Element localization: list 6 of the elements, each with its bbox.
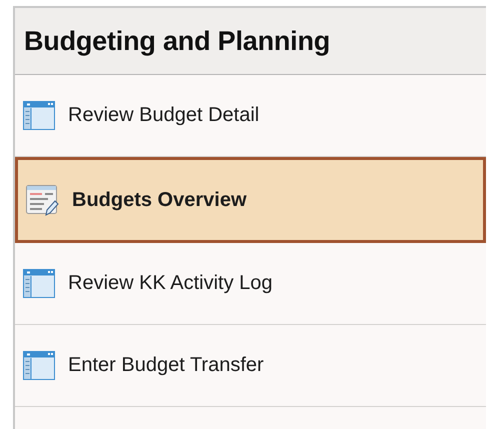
panel-title: Budgeting and Planning xyxy=(24,26,330,56)
menu-item[interactable]: Budgets Overview xyxy=(15,157,486,243)
document-edit-icon xyxy=(26,184,59,216)
window-icon xyxy=(23,101,55,130)
window-icon xyxy=(23,351,55,380)
window-icon xyxy=(23,269,55,298)
